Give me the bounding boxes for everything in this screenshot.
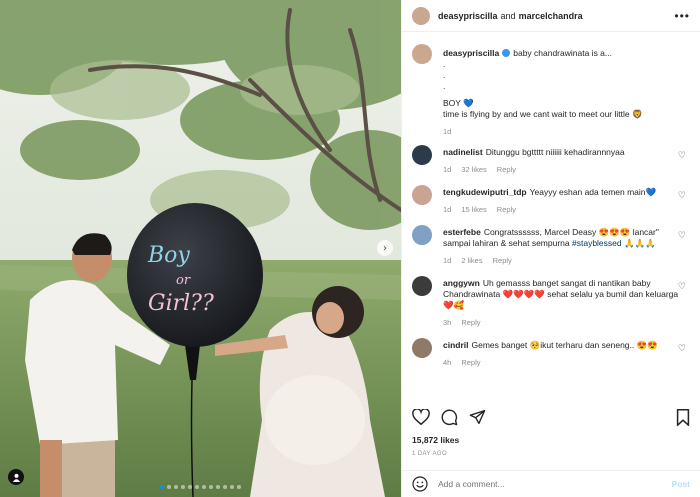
- comment-like-heart-icon[interactable]: ♡: [678, 191, 686, 201]
- avatar[interactable]: [412, 225, 432, 245]
- carousel-dot: [188, 485, 192, 489]
- avatar[interactable]: [412, 276, 432, 296]
- comment-icon[interactable]: [441, 409, 458, 426]
- carousel-dot: [195, 485, 199, 489]
- comment-input[interactable]: [438, 479, 672, 489]
- balloon-text-or: or: [176, 273, 191, 288]
- comment-item: nadinelist Ditunggu bgttttt niiiiii kehad…: [412, 145, 690, 175]
- carousel-dot: [223, 485, 227, 489]
- avatar[interactable]: [412, 6, 430, 25]
- caption: deasypriscilla baby chandrawinata is a...…: [412, 44, 690, 137]
- reply-button[interactable]: Reply: [461, 318, 480, 327]
- caption-line: .: [443, 70, 446, 80]
- comment-time[interactable]: 1d: [443, 205, 451, 214]
- comment-text: Yeayyy eshan ada temen main💙: [529, 187, 657, 197]
- carousel-dot: [237, 485, 241, 489]
- tagged-users-icon[interactable]: [8, 469, 24, 485]
- avatar[interactable]: [412, 145, 432, 165]
- photo-scene: Boy or Girl??: [0, 0, 401, 497]
- caption-time[interactable]: 1d: [443, 126, 683, 137]
- carousel-dot: [209, 485, 213, 489]
- balloon-text-boy: Boy: [147, 243, 190, 268]
- comment-time[interactable]: 1d: [443, 256, 451, 265]
- carousel-dots: [0, 485, 401, 489]
- comment-likes[interactable]: 15 likes: [461, 205, 486, 214]
- header-username[interactable]: deasypriscilla: [438, 11, 498, 21]
- comment-text: Ditunggu bgttttt niiiiii kehadirannnyaa: [485, 147, 625, 157]
- more-options-icon[interactable]: •••: [674, 9, 690, 23]
- comment-item: tengkudewiputri_tdp Yeayyy eshan ada teme…: [412, 185, 690, 215]
- likes-count[interactable]: 15,872 likes: [412, 435, 459, 445]
- carousel-next-icon[interactable]: ›: [377, 240, 393, 256]
- post-button[interactable]: Post: [672, 479, 690, 489]
- verified-badge-icon: [502, 49, 511, 57]
- carousel-dot: [181, 485, 185, 489]
- comment-like-heart-icon[interactable]: ♡: [678, 282, 686, 292]
- caption-line: time is flying by and we cant wait to me…: [443, 109, 643, 119]
- avatar[interactable]: [412, 338, 432, 358]
- carousel-dot: [202, 485, 206, 489]
- comment-like-heart-icon[interactable]: ♡: [678, 151, 686, 161]
- share-icon[interactable]: [469, 409, 486, 425]
- avatar[interactable]: [412, 44, 432, 64]
- caption-line: .: [443, 59, 446, 69]
- action-bar: [412, 406, 690, 428]
- post-photo[interactable]: Boy or Girl?? ›: [0, 0, 401, 497]
- bookmark-icon[interactable]: [676, 408, 690, 426]
- comment-username[interactable]: tengkudewiputri_tdp: [443, 187, 527, 197]
- comment-text-after: 🙏🙏🙏: [621, 238, 656, 248]
- comment-time[interactable]: 3h: [443, 318, 451, 327]
- comment-username[interactable]: anggywn: [443, 278, 480, 288]
- comment-likes[interactable]: 2 likes: [461, 256, 482, 265]
- header-collaborator[interactable]: marcelchandra: [519, 11, 583, 21]
- reply-button[interactable]: Reply: [497, 205, 516, 214]
- caption-line: BOY 💙: [443, 98, 474, 108]
- emoji-icon[interactable]: [412, 476, 428, 492]
- heart-icon[interactable]: [412, 409, 430, 425]
- carousel-dot: [230, 485, 234, 489]
- comment-item: cindril Gemes banget 🥺ikut terharu dan se…: [412, 338, 690, 368]
- comment-likes[interactable]: 32 likes: [461, 165, 486, 174]
- post-header: deasypriscilla and marcelchandra •••: [402, 0, 700, 32]
- caption-line: baby chandrawinata is a...: [513, 48, 612, 58]
- carousel-dot: [160, 485, 164, 489]
- comment-username[interactable]: cindril: [443, 340, 469, 350]
- comment-username[interactable]: esterfebe: [443, 227, 481, 237]
- carousel-dot: [167, 485, 171, 489]
- comment-time[interactable]: 1d: [443, 165, 451, 174]
- reply-button[interactable]: Reply: [497, 165, 516, 174]
- comment-like-heart-icon[interactable]: ♡: [678, 344, 686, 354]
- add-comment-bar: Post: [402, 470, 700, 497]
- comment-text: Gemes banget 🥺ikut terharu dan seneng.. …: [471, 340, 658, 350]
- caption-line: .: [443, 81, 446, 91]
- hashtag-link[interactable]: #stayblessed: [572, 238, 622, 248]
- balloon-text-girl: Girl??: [148, 291, 214, 316]
- caption-username[interactable]: deasypriscilla: [443, 48, 499, 58]
- carousel-dot: [174, 485, 178, 489]
- post-panel: deasypriscilla and marcelchandra ••• dea…: [401, 0, 700, 497]
- carousel-dot: [216, 485, 220, 489]
- comment-username[interactable]: nadinelist: [443, 147, 483, 157]
- comment-item: esterfebe Congratssssss, Marcel Deasy 😍😍😍…: [412, 225, 690, 266]
- avatar[interactable]: [412, 185, 432, 205]
- header-and: and: [500, 10, 516, 21]
- reply-button[interactable]: Reply: [461, 358, 480, 367]
- comment-time[interactable]: 4h: [443, 358, 451, 367]
- comments-list: deasypriscilla baby chandrawinata is a...…: [402, 40, 700, 368]
- balloon: [127, 203, 263, 347]
- comment-like-heart-icon[interactable]: ♡: [678, 231, 686, 241]
- comment-item: anggywn Uh gemasss banget sangat di nanti…: [412, 276, 690, 328]
- reply-button[interactable]: Reply: [493, 256, 512, 265]
- post-date[interactable]: 1 DAY AGO: [412, 451, 447, 457]
